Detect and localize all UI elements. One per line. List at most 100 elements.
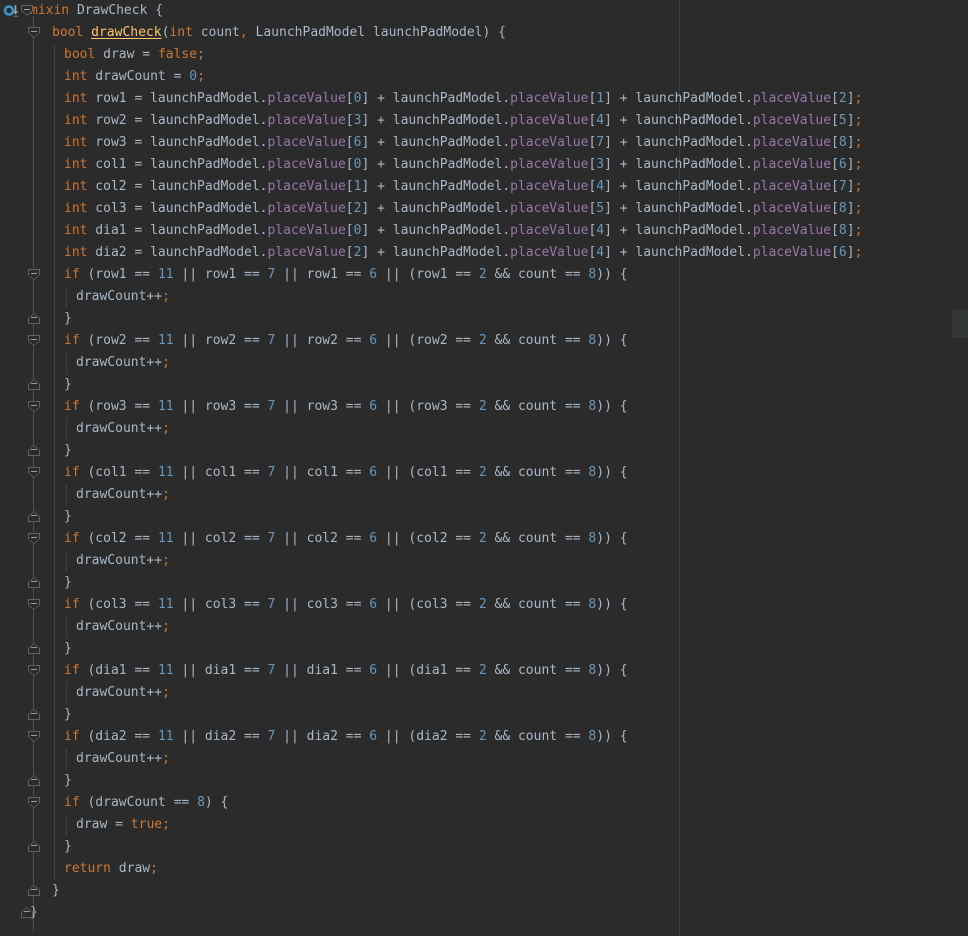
code-token-f: placeValue (268, 179, 346, 194)
fold-marker-up-icon[interactable] (28, 775, 40, 786)
fold-marker-up-icon[interactable] (28, 643, 40, 654)
code-token-n: 8 (839, 223, 847, 238)
code-token-t: ] + launchPadModel. (604, 179, 753, 194)
code-token-f: placeValue (753, 135, 831, 150)
code-token-t: } (64, 509, 72, 524)
code-token-n: 6 (369, 531, 377, 546)
code-line[interactable]: if (row3 == 11 || row3 == 7 || row3 == 6… (64, 396, 628, 418)
code-line[interactable]: int row1 = launchPadModel.placeValue[0] … (64, 88, 862, 110)
code-line[interactable]: return draw; (64, 858, 158, 880)
code-token-t: ] + launchPadModel. (604, 135, 753, 150)
code-line[interactable]: } (64, 572, 72, 594)
fold-marker-up-icon[interactable] (28, 709, 40, 720)
code-line[interactable]: int col1 = launchPadModel.placeValue[0] … (64, 154, 862, 176)
code-line[interactable]: if (col3 == 11 || col3 == 7 || col3 == 6… (64, 594, 628, 616)
code-token-t: ] + launchPadModel. (361, 201, 510, 216)
code-line[interactable]: drawCount++; (76, 286, 170, 308)
code-line[interactable]: if (drawCount == 8) { (64, 792, 228, 814)
code-token-p: ; (197, 47, 205, 62)
code-line[interactable]: bool drawCheck(int count, LaunchPadModel… (52, 22, 506, 44)
indent-guide (66, 616, 67, 638)
code-token-t: ] (847, 91, 855, 106)
code-token-t: row1 = launchPadModel. (87, 91, 267, 106)
fold-marker-down-icon[interactable] (28, 335, 40, 346)
code-token-t: || row1 == (174, 267, 268, 282)
code-line[interactable]: } (52, 880, 60, 902)
code-line[interactable]: int dia1 = launchPadModel.placeValue[0] … (64, 220, 862, 242)
fold-marker-down-icon[interactable] (28, 665, 40, 676)
code-line[interactable]: } (64, 308, 72, 330)
fold-marker-down-icon[interactable] (28, 533, 40, 544)
fold-marker-up-icon[interactable] (28, 445, 40, 456)
fold-marker-down-icon[interactable] (28, 731, 40, 742)
fold-marker-down-icon[interactable] (28, 467, 40, 478)
code-line[interactable]: if (col1 == 11 || col1 == 7 || col1 == 6… (64, 462, 628, 484)
code-token-t: || (row1 == (377, 267, 479, 282)
fold-marker-up-icon[interactable] (28, 379, 40, 390)
code-token-f: placeValue (510, 179, 588, 194)
code-line[interactable]: } (64, 704, 72, 726)
code-line[interactable]: drawCount++; (76, 352, 170, 374)
code-line[interactable]: int row3 = launchPadModel.placeValue[6] … (64, 132, 862, 154)
code-line[interactable]: } (64, 836, 72, 858)
fold-marker-up-icon[interactable] (28, 577, 40, 588)
code-token-t: ] + launchPadModel. (361, 91, 510, 106)
fold-marker-up-icon[interactable] (28, 885, 40, 896)
fold-marker-up-icon[interactable] (28, 841, 40, 852)
code-line[interactable]: } (64, 770, 72, 792)
code-line[interactable]: } (64, 374, 72, 396)
code-line[interactable]: if (row2 == 11 || row2 == 7 || row2 == 6… (64, 330, 628, 352)
code-token-k: if (64, 333, 80, 348)
code-token-t: || dia1 == (174, 663, 268, 678)
fold-marker-up-icon[interactable] (28, 511, 40, 522)
code-line[interactable]: } (64, 440, 72, 462)
code-line[interactable]: int col2 = launchPadModel.placeValue[1] … (64, 176, 862, 198)
code-token-t: ] (847, 157, 855, 172)
fold-marker-up-icon[interactable] (28, 313, 40, 324)
code-line[interactable]: drawCount++; (76, 682, 170, 704)
code-token-t: )) { (596, 267, 627, 282)
fold-marker-down-icon[interactable] (28, 27, 40, 38)
code-line[interactable]: drawCount++; (76, 748, 170, 770)
code-line[interactable]: if (row1 == 11 || row1 == 7 || row1 == 6… (64, 264, 628, 286)
code-line[interactable]: drawCount++; (76, 616, 170, 638)
fold-marker-down-icon[interactable] (28, 797, 40, 808)
code-line[interactable]: drawCount++; (76, 418, 170, 440)
code-line[interactable]: bool draw = false; (64, 44, 205, 66)
code-token-t: row3 = launchPadModel. (87, 135, 267, 150)
code-line[interactable]: if (dia1 == 11 || dia1 == 7 || dia1 == 6… (64, 660, 628, 682)
code-token-t: draw = (76, 817, 131, 832)
code-line[interactable]: draw = true; (76, 814, 170, 836)
code-token-t: )) { (596, 333, 627, 348)
code-token-p: ; (162, 289, 170, 304)
code-token-n: 2 (839, 91, 847, 106)
code-token-t: || col1 == (174, 465, 268, 480)
fold-marker-down-icon[interactable] (28, 269, 40, 280)
code-line[interactable]: mixin DrawCheck { (30, 0, 163, 22)
code-token-n: 4 (596, 179, 604, 194)
code-line[interactable]: int drawCount = 0; (64, 66, 205, 88)
scrollbar-thumb[interactable] (952, 309, 968, 338)
code-editor: mixin DrawCheck {bool drawCheck(int coun… (0, 0, 968, 936)
code-token-n: 0 (189, 69, 197, 84)
code-line[interactable]: } (64, 638, 72, 660)
code-line[interactable]: drawCount++; (76, 550, 170, 572)
code-line[interactable]: int row2 = launchPadModel.placeValue[3] … (64, 110, 862, 132)
code-line[interactable]: int dia2 = launchPadModel.placeValue[2] … (64, 242, 862, 264)
code-token-t: || (row2 == (377, 333, 479, 348)
code-line[interactable]: drawCount++; (76, 484, 170, 506)
code-token-t: && count == (487, 597, 589, 612)
fold-marker-down-icon[interactable] (28, 599, 40, 610)
code-token-t: || (col2 == (377, 531, 479, 546)
code-line[interactable]: } (64, 506, 72, 528)
code-line[interactable]: int col3 = launchPadModel.placeValue[2] … (64, 198, 862, 220)
code-token-t: dia2 = launchPadModel. (87, 245, 267, 260)
code-line[interactable]: if (col2 == 11 || col2 == 7 || col2 == 6… (64, 528, 628, 550)
fold-marker-down-icon[interactable] (28, 401, 40, 412)
gutter-override-icon[interactable] (3, 3, 20, 19)
code-token-t: col3 = launchPadModel. (87, 201, 267, 216)
code-token-t: } (64, 311, 72, 326)
code-line[interactable]: if (dia2 == 11 || dia2 == 7 || dia2 == 6… (64, 726, 628, 748)
code-token-n: 8 (839, 135, 847, 150)
code-token-t: [ (831, 135, 839, 150)
